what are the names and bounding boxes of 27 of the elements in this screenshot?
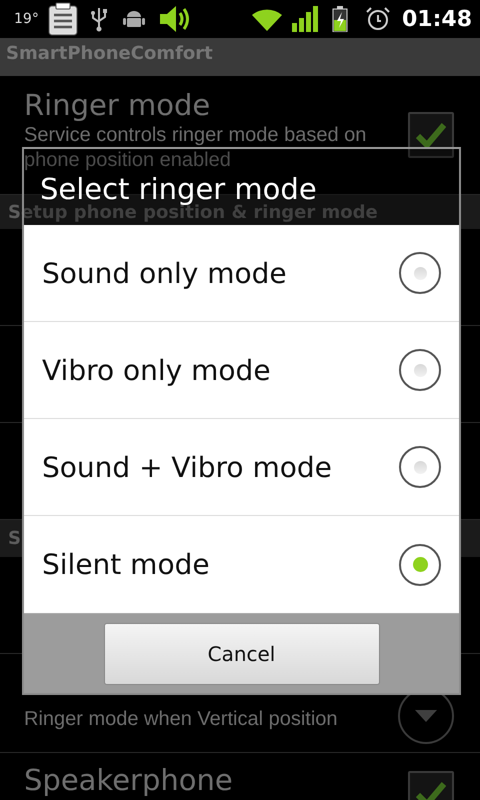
wifi-icon: [252, 7, 282, 31]
app-title: SmartPhoneComfort: [6, 43, 213, 64]
clipboard-icon: [46, 2, 79, 36]
cancel-button[interactable]: Cancel: [104, 622, 380, 684]
temperature: 19°: [14, 11, 39, 27]
preference-title: Speakerphone: [24, 763, 234, 798]
radio-button[interactable]: [399, 446, 441, 488]
preference-title: Ringer mode: [24, 88, 212, 123]
preference-summary: Service controls ringer mode based on phone position enabled: [24, 122, 368, 173]
clock-time: 01:48: [402, 6, 472, 32]
alarm-clock-icon: [366, 7, 390, 31]
checkmark-icon: [416, 122, 446, 148]
option-row[interactable]: Silent mode: [24, 516, 459, 613]
option-row[interactable]: Sound + Vibro mode: [24, 419, 459, 516]
usb-icon: [90, 6, 107, 32]
radio-button[interactable]: [399, 349, 441, 391]
android-icon: [122, 8, 145, 30]
battery-charging-icon: [332, 6, 348, 32]
radio-button[interactable]: [399, 544, 441, 586]
option-row[interactable]: Sound only mode: [24, 225, 459, 322]
speaker-icon: [158, 5, 191, 33]
radio-button[interactable]: [399, 252, 441, 294]
preference-summary: Ringer mode when Vertical position: [24, 707, 339, 732]
checkmark-icon: [416, 781, 446, 800]
checkbox[interactable]: [408, 112, 454, 158]
signal-icon: [292, 6, 318, 32]
option-row[interactable]: Vibro only mode: [24, 322, 459, 419]
